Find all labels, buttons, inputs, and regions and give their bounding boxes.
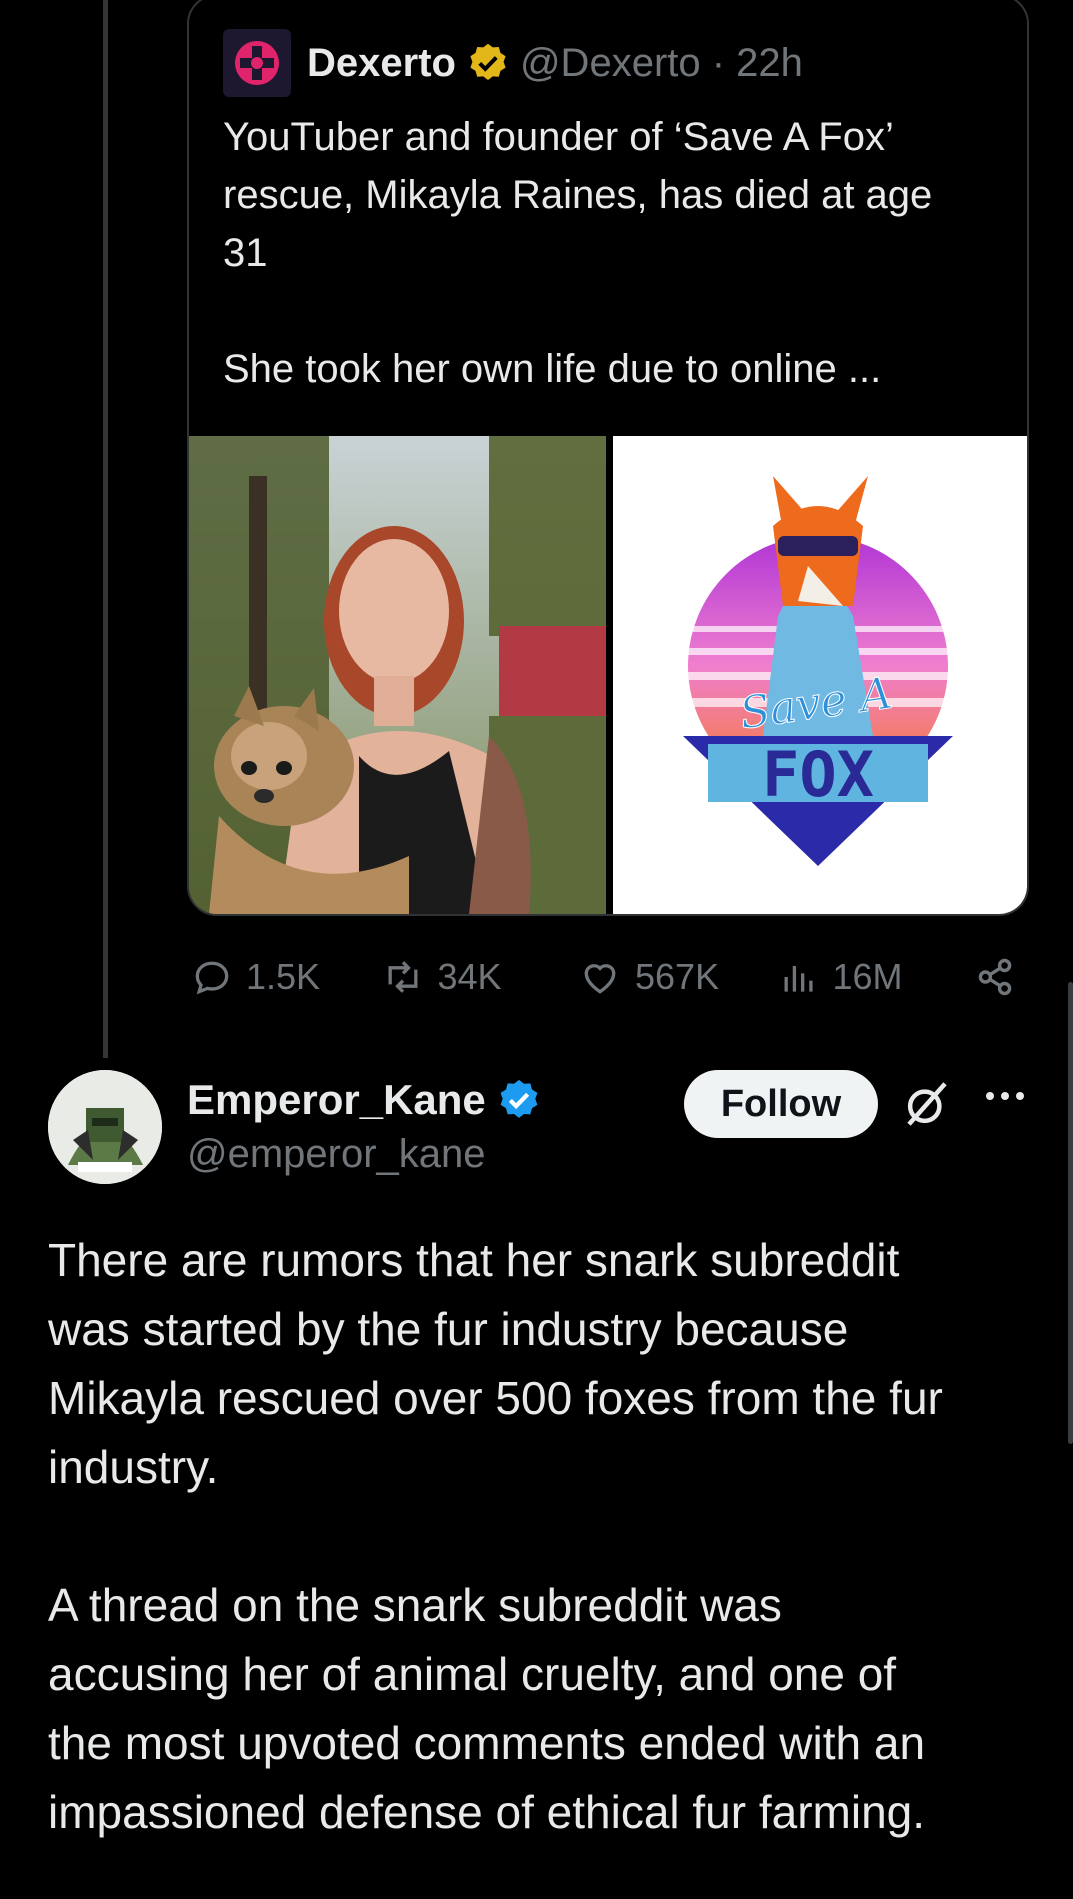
- reply-post-text: There are rumors that her snark subreddi…: [48, 1234, 943, 1838]
- reply-author-handle[interactable]: @emperor_kane: [187, 1132, 486, 1177]
- save-a-fox-logo-image[interactable]: FOX Save A: [613, 436, 1027, 914]
- quoted-post-text: YouTuber and founder of ‘Save A Fox’ res…: [223, 115, 933, 391]
- woman-with-fox-photo[interactable]: [189, 436, 606, 914]
- repost-action[interactable]: 34K: [380, 955, 578, 999]
- reply-bubble-icon: [195, 961, 229, 995]
- verified-gold-badge-icon: [466, 41, 510, 85]
- more-options-icon[interactable]: [982, 1084, 1028, 1108]
- avatar-illustration: [48, 1070, 162, 1184]
- save-a-fox-logo-graphic: FOX Save A: [683, 476, 953, 866]
- follow-button[interactable]: Follow: [684, 1070, 878, 1138]
- dexerto-avatar[interactable]: [223, 29, 291, 97]
- scrollbar[interactable]: [1068, 982, 1073, 1444]
- photo-illustration: [189, 436, 606, 914]
- reply-count: 1.5K: [246, 956, 321, 997]
- quoted-post-card[interactable]: Dexerto @Dexerto · 22h YouTuber and foun…: [187, 0, 1029, 916]
- engagement-bar: 1.5K 34K 567K 16M: [190, 952, 1030, 1002]
- quoted-post-media[interactable]: FOX Save A: [189, 436, 1027, 914]
- share-icon: [978, 958, 1012, 996]
- share-action[interactable]: [972, 954, 1030, 1000]
- thread-connector-line: [103, 0, 108, 1058]
- repost-icon: [388, 961, 417, 993]
- reply-author-name[interactable]: Emperor_Kane: [187, 1076, 486, 1124]
- reply-author[interactable]: Emperor_Kane: [187, 1076, 542, 1124]
- logo-fox-lettering: FOX: [762, 738, 874, 811]
- quoted-post-header: Dexerto @Dexerto · 22h: [223, 28, 803, 98]
- dexerto-logo-icon: [235, 41, 279, 85]
- views-chart-icon: [784, 966, 813, 992]
- reply-action[interactable]: 1.5K: [190, 955, 380, 999]
- repost-count: 34K: [437, 956, 502, 997]
- verified-blue-badge-icon: [500, 1079, 538, 1118]
- emperor-kane-avatar[interactable]: [48, 1070, 162, 1184]
- quoted-handle-time: @Dexerto · 22h: [519, 40, 803, 85]
- heart-icon: [584, 964, 616, 994]
- view-count: 16M: [832, 956, 903, 997]
- like-count: 567K: [635, 956, 720, 997]
- grok-icon[interactable]: [900, 1076, 954, 1132]
- quoted-author-name[interactable]: Dexerto: [307, 41, 456, 86]
- like-action[interactable]: 567K: [577, 955, 776, 999]
- views-action[interactable]: 16M: [777, 955, 973, 999]
